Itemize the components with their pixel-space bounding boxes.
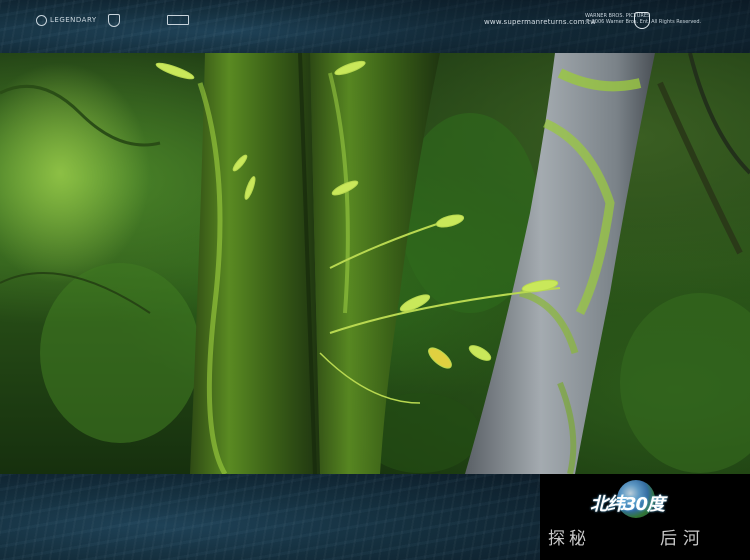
top-banner: LEGENDARY www.supermanreturns.com.tw WAR… [0,0,750,53]
top-banner-strip [240,0,750,53]
program-logo-title: 北纬30度 [590,494,665,515]
box-emblem-icon [167,15,189,25]
bottom-banner [0,474,540,560]
program-logo-panel: 北纬30度 探秘 后河 [540,474,750,560]
legendary-logo-text: LEGENDARY [50,16,97,24]
website-url: www.supermanreturns.com.tw [484,18,597,26]
studio-logo-3 [167,13,189,27]
forest-photo [0,53,750,474]
program-subtitle-left: 探秘 [548,529,590,549]
studio-logo-2 [108,13,120,27]
shell-emblem-icon [108,13,120,27]
program-subtitle-right: 后河 [660,529,706,549]
legendary-logo: LEGENDARY [36,13,97,27]
legendary-emblem-icon [36,14,47,26]
forest-scene [0,53,750,474]
wb-shield-icon [634,12,650,29]
